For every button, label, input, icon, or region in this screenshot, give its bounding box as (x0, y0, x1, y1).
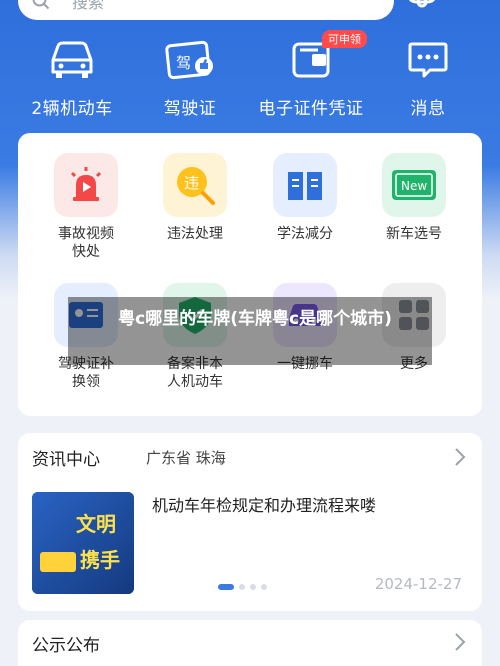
menu-icon[interactable] (458, 0, 486, 12)
quick-item-ecert[interactable]: 可申领 电子证件凭证 (250, 30, 372, 119)
notice-title: 公示公布 (32, 636, 100, 656)
news-card: 资讯中心 广东省 珠海 文明 携手 机动车年检规定和办理流程来喽 2024-12… (18, 433, 482, 611)
news-thumbnail[interactable]: 文明 携手 (32, 492, 134, 594)
apply-badge: 可申领 (322, 30, 367, 48)
service-label: 学法减分 (277, 226, 333, 242)
service-accident-video[interactable]: 事故视频 快处 (31, 153, 141, 261)
search-icon (32, 0, 50, 10)
service-label: 违法处理 (167, 226, 223, 242)
violation-icon: 违 (163, 153, 227, 217)
svg-text:New: New (401, 179, 427, 193)
svg-text:违: 违 (184, 174, 199, 192)
service-new-plate[interactable]: New 新车选号 (359, 153, 469, 243)
quick-item-license[interactable]: 驾 驾驶证 (130, 34, 250, 119)
thumb-text: 携手 (80, 548, 120, 572)
search-placeholder: 搜索 (72, 0, 105, 12)
book-icon (273, 153, 337, 217)
services-card: 事故视频 快处 违 违法处理 学法减分 New 新车选号 驾驶证补 换领 备案非本人… (18, 133, 482, 416)
service-study[interactable]: 学法减分 (250, 153, 360, 243)
news-section-title: 资讯中心 (32, 450, 100, 470)
quick-item-label: 驾驶证 (163, 99, 217, 119)
news-date: 2024-12-27 (374, 575, 462, 593)
quick-item-vehicles[interactable]: 2辆机动车 (12, 34, 132, 119)
scan-icon[interactable] (405, 0, 439, 12)
service-violation[interactable]: 违 违法处理 (140, 153, 250, 243)
quick-item-messages[interactable]: 消息 (368, 34, 488, 119)
service-label: 新车选号 (386, 226, 442, 242)
search-bar[interactable]: 搜索 (18, 0, 394, 20)
license-icon: 驾 (165, 40, 213, 80)
siren-icon (54, 153, 118, 217)
overlay-title: 粤c哪里的车牌(车牌粤c是哪个城市) (118, 309, 392, 329)
quick-item-label: 消息 (410, 99, 446, 119)
chevron-right-icon[interactable] (454, 447, 466, 467)
service-label: 事故视频 快处 (58, 226, 114, 260)
chevron-right-icon[interactable] (454, 632, 466, 652)
new-plate-icon: New (382, 153, 446, 217)
quick-item-label: 电子证件凭证 (258, 99, 364, 119)
message-icon (408, 42, 448, 78)
carousel-dots (218, 584, 267, 590)
news-headline[interactable]: 机动车年检规定和办理流程来喽 (152, 492, 376, 516)
quick-menu: 2辆机动车 驾 驾驶证 可申领 电子证件凭证 消息 (0, 30, 500, 124)
car-icon (51, 41, 93, 78)
svg-text:驾: 驾 (176, 54, 191, 72)
notice-card[interactable]: 公示公布 (18, 620, 482, 666)
thumb-text: 文明 (76, 512, 116, 536)
news-location[interactable]: 广东省 珠海 (146, 447, 226, 468)
quick-item-label: 2辆机动车 (31, 99, 113, 119)
